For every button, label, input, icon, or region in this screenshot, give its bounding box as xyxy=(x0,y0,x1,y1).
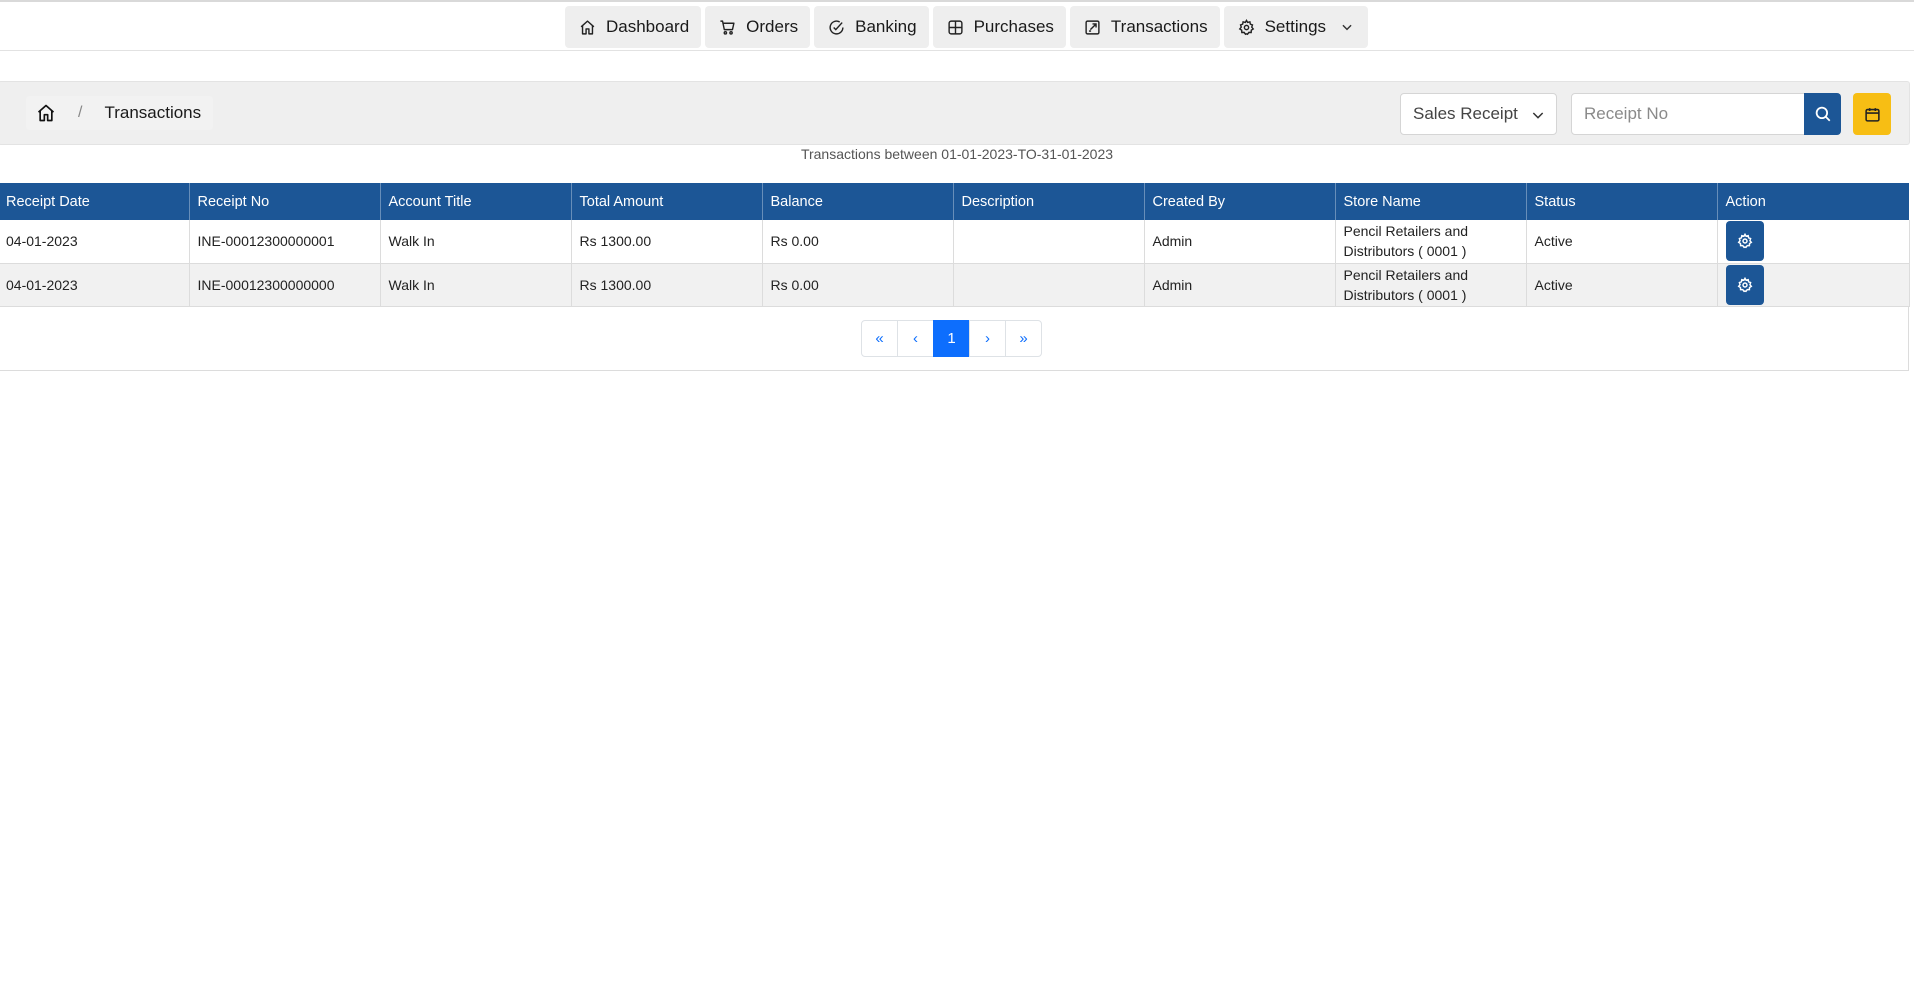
nav-purchases-label: Purchases xyxy=(973,17,1054,36)
page-current-button[interactable]: 1 xyxy=(933,320,970,357)
created-by-cell: Admin xyxy=(1144,263,1336,307)
row-settings-button[interactable] xyxy=(1725,264,1764,305)
column-header[interactable]: Store Name xyxy=(1335,183,1527,220)
table-row: 04-01-2023 INE-00012300000001 Walk In Rs… xyxy=(0,220,1910,264)
account-title-cell: Walk In xyxy=(380,220,572,264)
balance-cell: Rs 0.00 xyxy=(762,263,954,307)
chevron-down-icon xyxy=(1530,107,1546,123)
action-cell xyxy=(1717,220,1910,264)
external-link-icon xyxy=(1084,19,1101,36)
gear-icon xyxy=(1737,233,1753,249)
created-by-cell: Admin xyxy=(1144,220,1336,264)
store-name-line: Distributors ( 0001 ) xyxy=(1343,286,1467,303)
nav-transactions[interactable]: Transactions xyxy=(1069,6,1220,48)
receipt-no-cell: INE-00012300000001 xyxy=(189,220,381,264)
account-title-cell: Walk In xyxy=(380,263,572,307)
nav-orders[interactable]: Orders xyxy=(705,6,811,48)
status-cell: Active xyxy=(1526,220,1718,264)
page-last-button[interactable]: » xyxy=(1005,320,1042,357)
nav-banking[interactable]: Banking xyxy=(814,6,929,48)
store-name-line: Distributors ( 0001 ) xyxy=(1343,243,1467,260)
chevron-down-icon xyxy=(1340,20,1354,34)
nav-settings[interactable]: Settings xyxy=(1223,6,1369,48)
store-name-cell: Pencil Retailers and Distributors ( 0001… xyxy=(1335,263,1527,307)
breadcrumb-home-icon[interactable] xyxy=(36,103,56,123)
breadcrumb-separator: / xyxy=(78,104,83,121)
page-prev-button[interactable]: ‹ xyxy=(897,320,934,357)
top-navbar: Dashboard Orders Banking Purchases Trans… xyxy=(0,0,1914,51)
column-header[interactable]: Receipt Date xyxy=(0,183,190,220)
grid-icon xyxy=(947,19,964,36)
check-circle-icon xyxy=(828,19,845,36)
cart-icon xyxy=(719,19,736,36)
column-header[interactable]: Description xyxy=(953,183,1145,220)
main-nav: Dashboard Orders Banking Purchases Trans… xyxy=(565,6,1369,48)
nav-orders-label: Orders xyxy=(746,17,799,36)
store-name-cell: Pencil Retailers and Distributors ( 0001… xyxy=(1335,220,1527,264)
pagination: « ‹ 1 › » xyxy=(861,320,1042,357)
nav-dashboard-label: Dashboard xyxy=(606,17,690,36)
receipt-date-cell: 04-01-2023 xyxy=(0,263,190,307)
transaction-type-select[interactable]: Sales Receipt xyxy=(1400,93,1557,135)
transactions-table: Receipt Date Receipt No Account Title To… xyxy=(0,183,1910,307)
transaction-type-value: Sales Receipt xyxy=(1413,104,1518,123)
nav-transactions-label: Transactions xyxy=(1110,17,1208,36)
nav-banking-label: Banking xyxy=(855,17,917,36)
receipt-no-cell: INE-00012300000000 xyxy=(189,263,381,307)
store-name-line: Pencil Retailers and xyxy=(1343,266,1469,283)
date-range-caption: Transactions between 01-01-2023-TO-31-01… xyxy=(800,146,1114,162)
description-cell xyxy=(953,263,1145,307)
page-toolbar: / Transactions Sales Receipt xyxy=(0,81,1910,145)
search-button[interactable] xyxy=(1804,93,1841,135)
column-header[interactable]: Created By xyxy=(1144,183,1336,220)
column-header[interactable]: Account Title xyxy=(380,183,572,220)
nav-dashboard[interactable]: Dashboard xyxy=(565,6,702,48)
balance-cell: Rs 0.00 xyxy=(762,220,954,264)
action-cell xyxy=(1717,263,1910,307)
receipt-date-cell: 04-01-2023 xyxy=(0,220,190,264)
search-icon xyxy=(1814,105,1832,123)
breadcrumb-current: Transactions xyxy=(104,103,202,122)
column-header[interactable]: Status xyxy=(1526,183,1718,220)
total-amount-cell: Rs 1300.00 xyxy=(571,263,763,307)
table-row: 04-01-2023 INE-00012300000000 Walk In Rs… xyxy=(0,263,1910,307)
receipt-search-input[interactable] xyxy=(1571,93,1805,135)
home-icon xyxy=(579,19,596,36)
calendar-icon xyxy=(1864,106,1881,123)
total-amount-cell: Rs 1300.00 xyxy=(571,220,763,264)
nav-settings-label: Settings xyxy=(1264,17,1327,36)
table-header-row: Receipt Date Receipt No Account Title To… xyxy=(0,183,1910,220)
column-header[interactable]: Receipt No xyxy=(189,183,381,220)
breadcrumb: / Transactions xyxy=(26,96,214,130)
date-range-button[interactable] xyxy=(1853,93,1891,135)
gear-icon xyxy=(1238,18,1255,36)
store-name-line: Pencil Retailers and xyxy=(1343,223,1469,240)
page-first-button[interactable]: « xyxy=(861,320,898,357)
column-header[interactable]: Balance xyxy=(762,183,954,220)
column-header[interactable]: Total Amount xyxy=(571,183,763,220)
status-cell: Active xyxy=(1526,263,1718,307)
gear-icon xyxy=(1737,276,1753,293)
description-cell xyxy=(953,220,1145,264)
row-settings-button[interactable] xyxy=(1725,221,1764,262)
column-header: Action xyxy=(1717,183,1910,220)
page-next-button[interactable]: › xyxy=(969,320,1006,357)
nav-purchases[interactable]: Purchases xyxy=(932,6,1066,48)
